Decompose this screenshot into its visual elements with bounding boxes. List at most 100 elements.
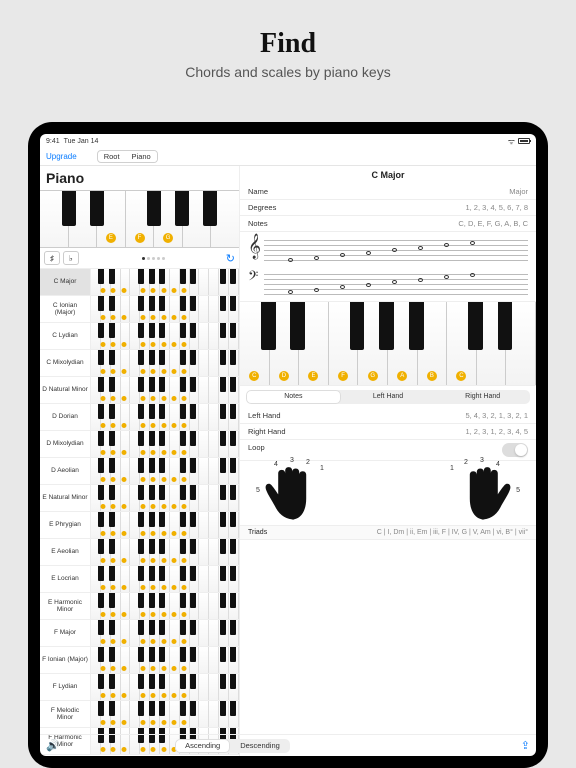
scale-label: C Major <box>40 269 90 295</box>
list-item[interactable]: E Harmonic Minor <box>40 593 239 620</box>
loop-label: Loop <box>248 443 265 457</box>
triads-value: C | I, Dm | ii, Em | iii, F | IV, G | V,… <box>377 529 528 536</box>
detail-title: C Major <box>240 166 536 184</box>
list-item[interactable]: C Major <box>40 269 239 296</box>
rh-label: Right Hand <box>248 427 286 436</box>
input-piano[interactable]: EFG <box>40 190 239 248</box>
status-bar: 9:41 Tue Jan 14 ᯤ <box>40 134 536 148</box>
direction-segmented[interactable]: Ascending Descending <box>175 739 290 753</box>
promo-title: Find <box>0 28 576 60</box>
bottom-toolbar: 🔊 Ascending Descending ⇪ <box>40 734 536 756</box>
piano-key[interactable]: F <box>126 191 155 247</box>
degrees-value: 1, 2, 3, 4, 5, 6, 7, 8 <box>465 203 528 212</box>
list-item[interactable]: D Natural Minor <box>40 377 239 404</box>
sharp-button[interactable]: ♯ <box>44 251 60 265</box>
info-section: NameMajor Degrees1, 2, 3, 4, 5, 6, 7, 8 … <box>240 184 536 232</box>
tab-right-hand[interactable]: Right Hand <box>435 390 530 404</box>
status-time: 9:41 <box>46 138 60 145</box>
list-item[interactable]: C Lydian <box>40 323 239 350</box>
status-date: Tue Jan 14 <box>64 138 99 145</box>
seg-piano[interactable]: Piano <box>126 151 157 162</box>
scale-label: C Mixolydian <box>40 350 90 376</box>
bass-staff: 𝄢 <box>248 270 528 298</box>
list-item[interactable]: F Ionian (Major) <box>40 647 239 674</box>
list-item[interactable]: F Melodic Minor <box>40 701 239 728</box>
speaker-icon[interactable]: 🔊 <box>46 739 60 752</box>
top-nav: Upgrade Root Piano <box>40 148 536 166</box>
detail-piano[interactable]: CDEFGABC <box>240 302 536 386</box>
list-item[interactable]: E Phrygian <box>40 512 239 539</box>
scale-label: D Natural Minor <box>40 377 90 403</box>
lh-value: 5, 4, 3, 2, 1, 3, 2, 1 <box>465 411 528 420</box>
notes-value: C, D, E, F, G, A, B, C <box>458 219 528 228</box>
list-item[interactable]: C Ionian (Major) <box>40 296 239 323</box>
name-value: Major <box>509 187 528 196</box>
list-item[interactable]: F Major <box>40 620 239 647</box>
hand-tabs[interactable]: Notes Left Hand Right Hand <box>246 390 530 404</box>
degrees-label: Degrees <box>248 203 276 212</box>
scale-label: C Ionian (Major) <box>40 296 90 322</box>
scale-label: E Locrian <box>40 566 90 592</box>
scale-label: E Phrygian <box>40 512 90 538</box>
scale-label: C Lydian <box>40 323 90 349</box>
page-title: Piano <box>40 166 239 190</box>
hands-diagram: 5 4 3 2 1 1 2 3 4 5 <box>240 461 536 525</box>
list-item[interactable]: D Aeolian <box>40 458 239 485</box>
staff-notation: 𝄞 𝄢 <box>240 232 536 302</box>
triads-label: Triads <box>248 529 267 536</box>
scale-label: F Lydian <box>40 674 90 700</box>
detail-panel: C Major Name Major Degrees 1, 2, 3, 4, 5, … <box>240 166 536 756</box>
device-frame: 9:41 Tue Jan 14 ᯤ Upgrade Root Piano Pia… <box>28 122 548 768</box>
tab-left-hand[interactable]: Left Hand <box>341 390 436 404</box>
scale-label: F Melodic Minor <box>40 701 90 727</box>
triads-row[interactable]: Triads C | I, Dm | ii, Em | iii, F | IV,… <box>240 525 536 540</box>
piano-key[interactable] <box>40 191 69 247</box>
list-item[interactable]: D Dorian <box>40 404 239 431</box>
left-hand-icon: 5 4 3 2 1 <box>260 465 330 521</box>
piano-key[interactable] <box>69 191 98 247</box>
scale-label: E Aeolian <box>40 539 90 565</box>
name-label: Name <box>248 187 268 196</box>
refresh-icon[interactable]: ↻ <box>226 252 235 265</box>
lh-label: Left Hand <box>248 411 281 420</box>
scale-list[interactable]: C MajorC Ionian (Major)C LydianC Mixolyd… <box>40 269 239 756</box>
seg-ascending[interactable]: Ascending <box>175 739 230 753</box>
battery-icon <box>518 138 530 144</box>
scale-label: D Aeolian <box>40 458 90 484</box>
page-dots <box>82 257 226 260</box>
left-panel: Piano EFG ♯ ♭ <box>40 166 240 756</box>
scale-label: E Natural Minor <box>40 485 90 511</box>
share-icon[interactable]: ⇪ <box>521 739 530 752</box>
list-item[interactable]: E Aeolian <box>40 539 239 566</box>
scale-label: D Mixolydian <box>40 431 90 457</box>
scale-label: F Ionian (Major) <box>40 647 90 673</box>
piano-key[interactable] <box>211 191 239 247</box>
scale-label: E Harmonic Minor <box>40 593 90 619</box>
list-item[interactable]: D Mixolydian <box>40 431 239 458</box>
seg-descending[interactable]: Descending <box>230 739 290 753</box>
treble-clef-icon: 𝄞 <box>248 233 261 259</box>
seg-root[interactable]: Root <box>98 151 126 162</box>
flat-button[interactable]: ♭ <box>63 251 79 265</box>
upgrade-link[interactable]: Upgrade <box>46 152 77 161</box>
list-item[interactable]: E Locrian <box>40 566 239 593</box>
piano-key[interactable]: G <box>154 191 183 247</box>
piano-key[interactable] <box>183 191 212 247</box>
treble-staff: 𝄞 <box>248 236 528 264</box>
right-hand-icon: 1 2 3 4 5 <box>446 465 516 521</box>
scale-label: F Major <box>40 620 90 646</box>
accidental-controls: ♯ ♭ ↻ <box>40 248 239 269</box>
loop-toggle[interactable] <box>502 443 528 457</box>
rh-value: 1, 2, 3, 1, 2, 3, 4, 5 <box>465 427 528 436</box>
mode-segmented[interactable]: Root Piano <box>97 150 158 163</box>
list-item[interactable]: C Mixolydian <box>40 350 239 377</box>
bass-clef-icon: 𝄢 <box>248 270 258 288</box>
app-screen: 9:41 Tue Jan 14 ᯤ Upgrade Root Piano Pia… <box>40 134 536 756</box>
piano-key[interactable]: E <box>97 191 126 247</box>
list-item[interactable]: E Natural Minor <box>40 485 239 512</box>
scale-label: D Dorian <box>40 404 90 430</box>
promo-subtitle: Chords and scales by piano keys <box>0 64 576 80</box>
notes-label: Notes <box>248 219 268 228</box>
list-item[interactable]: F Lydian <box>40 674 239 701</box>
tab-notes[interactable]: Notes <box>246 390 341 404</box>
